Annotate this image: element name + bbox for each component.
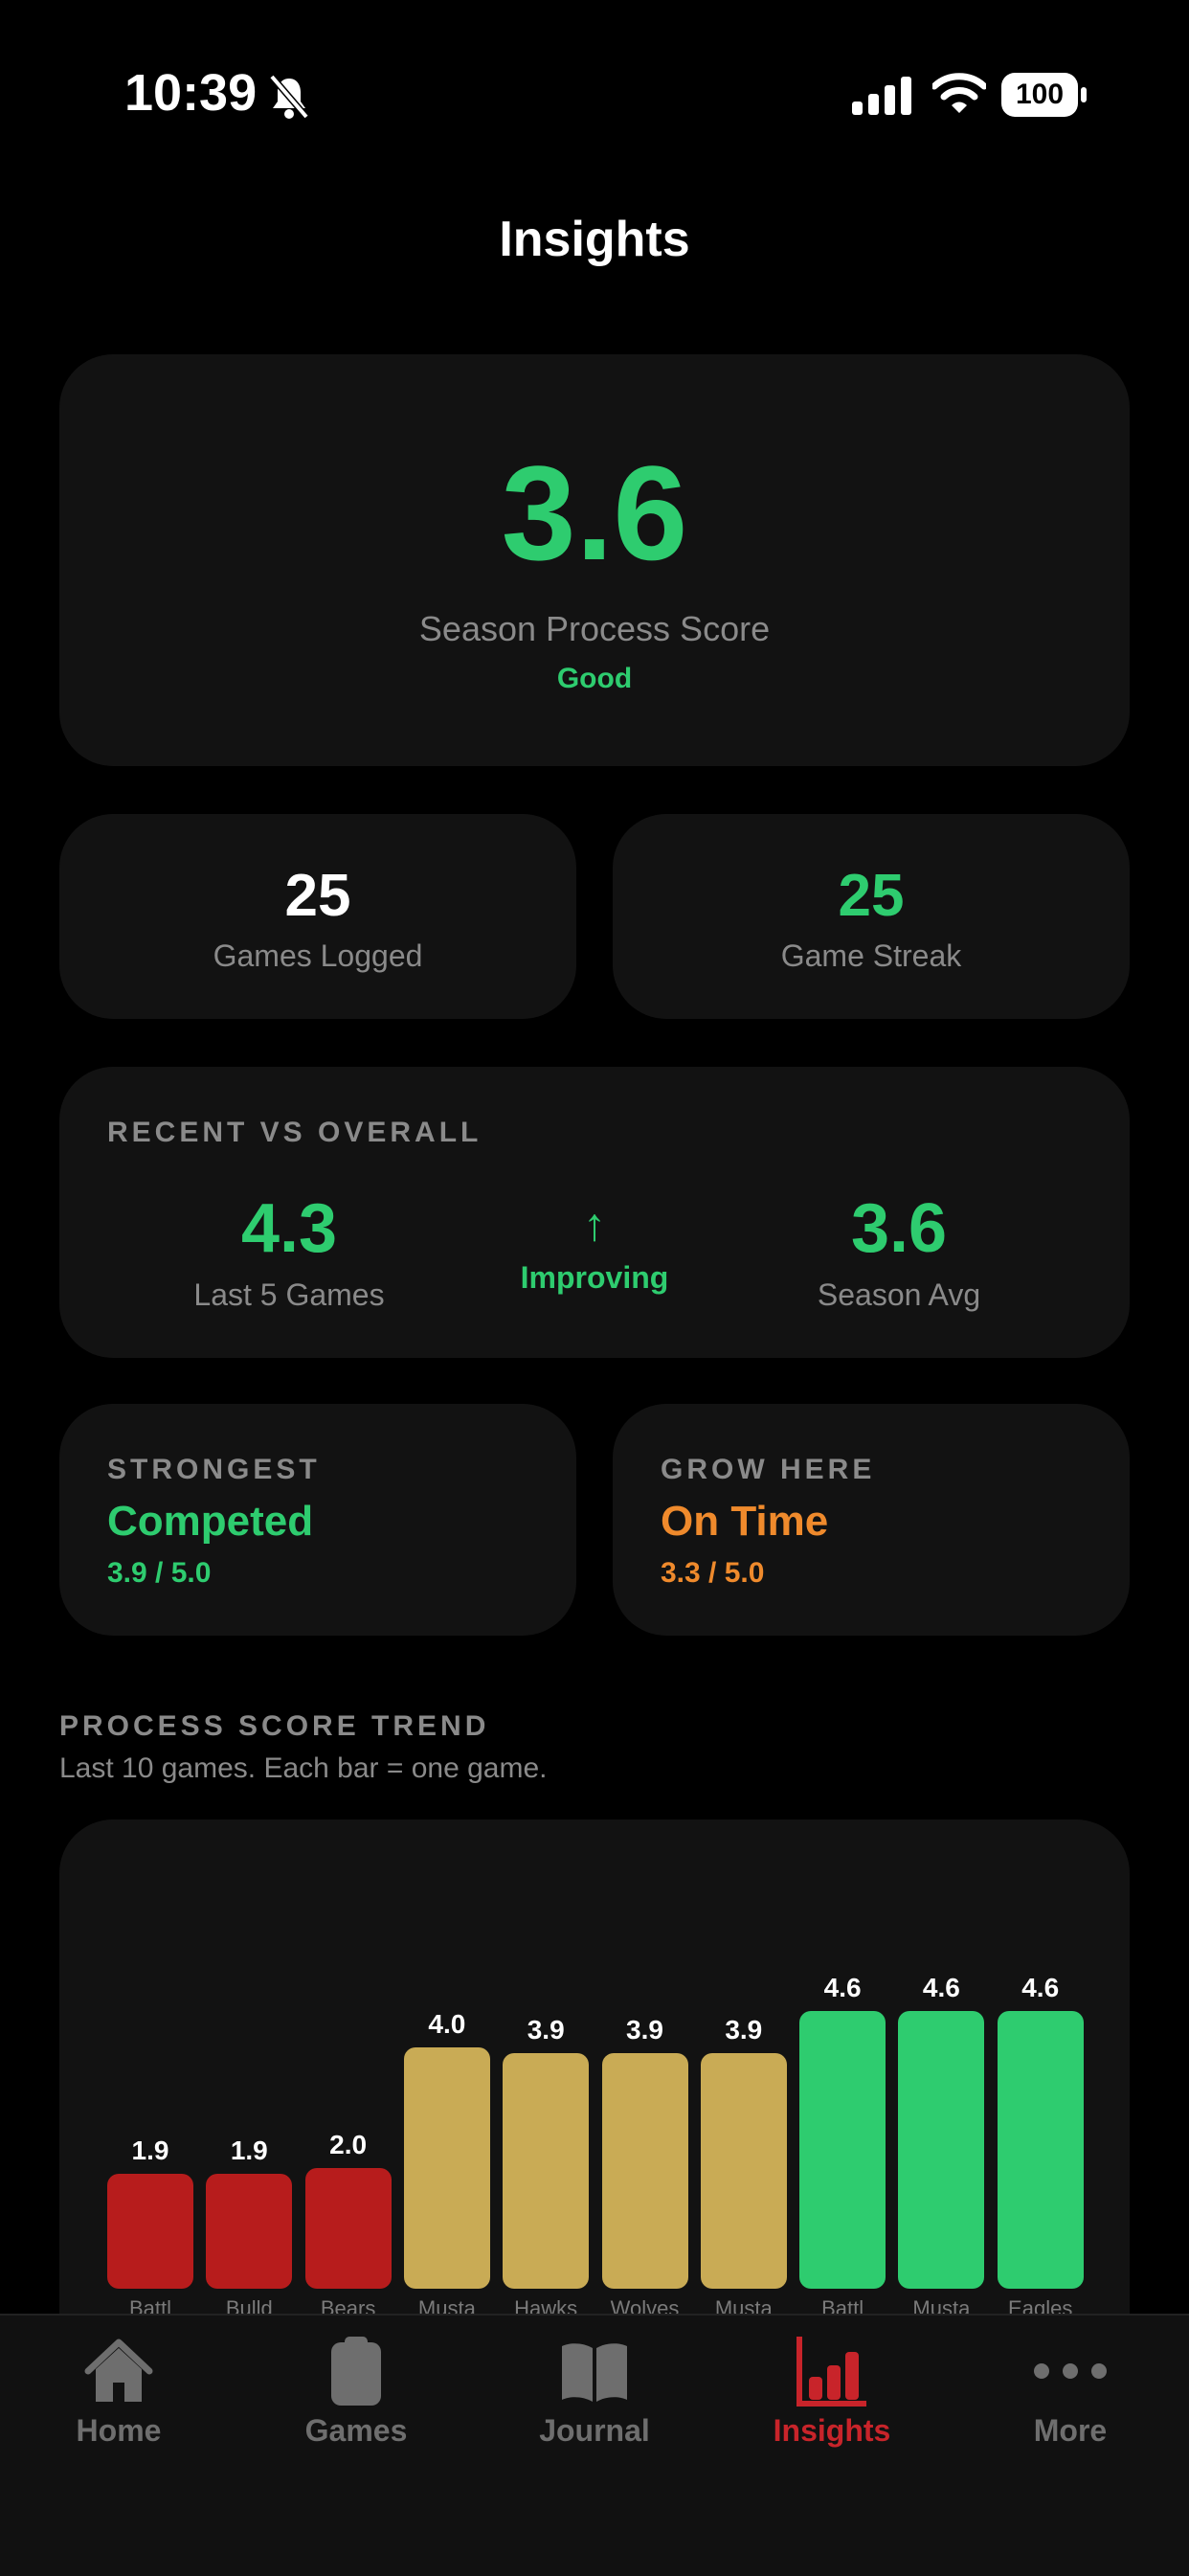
page-title: Insights [499, 212, 690, 267]
trend-arrow-icon: ↑ [583, 1200, 606, 1251]
house-icon [84, 2339, 153, 2402]
game-streak-value: 25 [838, 863, 905, 929]
season-score-card: 3.6 Season Process Score Good [59, 354, 1130, 766]
grow-here-name: On Time [661, 1498, 829, 1545]
chart-bar-value: 2.0 [329, 2130, 368, 2159]
trend-heading: PROCESS SCORE TREND [59, 1710, 490, 1742]
battery-level: 100 [1015, 79, 1065, 110]
season-avg-value: 3.6 [850, 1190, 948, 1267]
tab-insights-label: Insights [773, 2413, 891, 2448]
strongest-score: 3.9 / 5.0 [107, 1557, 212, 1589]
games-logged-card: 25 Games Logged [59, 814, 576, 1019]
tab-games[interactable]: Games [260, 2333, 452, 2467]
season-avg-label: Season Avg [817, 1277, 981, 1312]
chart-bar [601, 2053, 688, 2289]
tab-home[interactable]: Home [23, 2333, 214, 2467]
grow-here-card: GROW HERE On Time 3.3 / 5.0 [613, 1404, 1130, 1636]
strongest-heading: STRONGEST [107, 1454, 321, 1485]
clipboard-icon [331, 2337, 381, 2406]
trend-subtitle: Last 10 games. Each bar = one game. [59, 1752, 548, 1784]
recent-vs-overall-card: RECENT VS OVERALL 4.3 Last 5 Games ↑ Imp… [59, 1067, 1130, 1358]
tab-journal[interactable]: Journal [499, 2333, 690, 2467]
chart-bar-value: 3.9 [626, 2015, 663, 2045]
recent-label: Last 5 Games [193, 1277, 385, 1312]
chart-bar [700, 2053, 787, 2289]
recent-value: 4.3 [240, 1190, 338, 1267]
chart-bar-value: 3.9 [527, 2015, 565, 2045]
chart-bar [997, 2011, 1084, 2289]
strongest-name: Competed [107, 1498, 314, 1545]
chart-bar [304, 2168, 392, 2289]
grow-here-heading: GROW HERE [661, 1454, 876, 1485]
tab-home-label: Home [76, 2413, 162, 2448]
tab-games-label: Games [304, 2413, 408, 2448]
games-logged-value: 25 [284, 863, 351, 929]
tab-journal-label: Journal [539, 2413, 650, 2448]
season-score-rating: Good [556, 663, 633, 694]
chart-bar [403, 2047, 490, 2289]
chart-bar-value: 1.9 [230, 2135, 268, 2166]
status-time: 10:39 [124, 64, 258, 122]
chart-bar [799, 2011, 886, 2289]
cellular-signal-icon [852, 77, 911, 115]
chart-bar-value: 4.6 [1021, 1973, 1060, 2003]
chart-bar [503, 2053, 590, 2289]
strongest-card: STRONGEST Competed 3.9 / 5.0 [59, 1404, 576, 1636]
trend-label: Improving [520, 1260, 669, 1295]
recent-vs-overall-heading: RECENT VS OVERALL [107, 1117, 482, 1148]
chart-bar-value: 1.9 [131, 2135, 169, 2166]
wifi-icon [932, 73, 986, 113]
season-score-label: Season Process Score [418, 609, 771, 648]
games-logged-label: Games Logged [213, 938, 423, 973]
chart-bar-value: 4.6 [823, 1973, 862, 2003]
tab-more-label: More [1033, 2413, 1108, 2448]
battery-icon: 100 [1001, 73, 1088, 117]
ellipsis-icon [1034, 2363, 1107, 2379]
chart-bar-value: 3.9 [725, 2015, 763, 2045]
chart-bar-value: 4.0 [428, 2009, 466, 2039]
chart-bar [206, 2174, 293, 2289]
season-score-value: 3.6 [501, 438, 688, 588]
game-streak-card: 25 Game Streak [613, 814, 1130, 1019]
tab-insights[interactable]: Insights [736, 2333, 928, 2467]
grow-here-score: 3.3 / 5.0 [661, 1557, 765, 1589]
bar-chart-icon [796, 2337, 866, 2407]
chart-bar-value: 4.6 [922, 1973, 960, 2003]
silent-bell-icon [269, 74, 309, 120]
book-icon [562, 2343, 627, 2402]
game-streak-label: Game Streak [780, 938, 962, 973]
tab-more[interactable]: More [975, 2333, 1166, 2467]
chart-bar [898, 2011, 985, 2289]
chart-bar [107, 2174, 193, 2289]
